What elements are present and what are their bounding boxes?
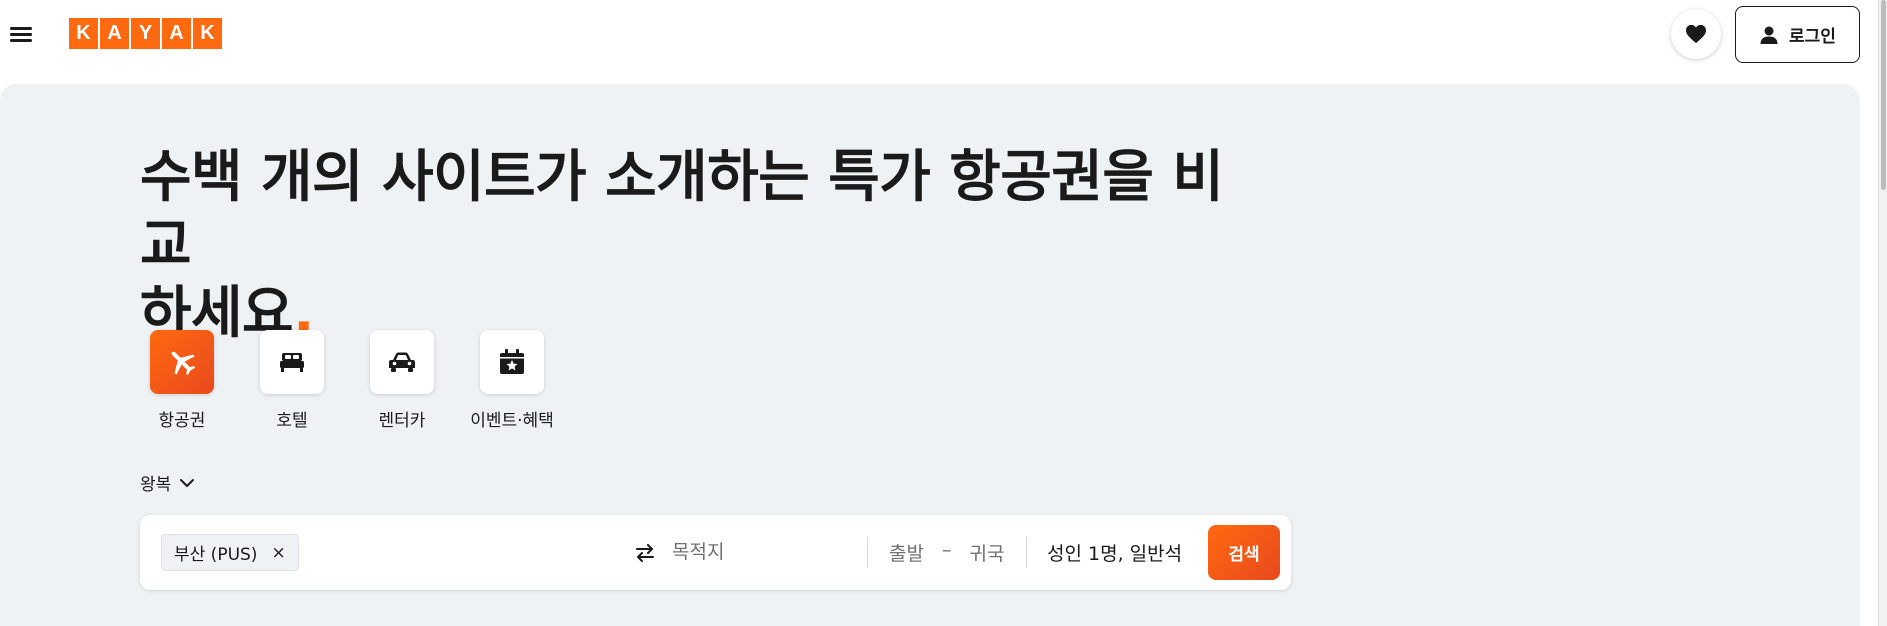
swap-arrows-icon	[636, 544, 654, 562]
divider	[1026, 537, 1027, 568]
login-button[interactable]: 로그인	[1735, 6, 1860, 63]
tab-flights[interactable]: 항공권	[140, 330, 224, 431]
menu-icon[interactable]	[10, 24, 34, 44]
hotels-tile[interactable]	[260, 330, 324, 394]
scrollbar-thumb[interactable]	[1881, 0, 1886, 190]
car-icon	[389, 352, 415, 372]
logo-letter: K	[193, 18, 222, 49]
events-tile[interactable]	[480, 330, 544, 394]
trip-type-dropdown[interactable]: 왕복	[140, 470, 195, 495]
logo-letter: K	[69, 18, 98, 49]
origin-chip-label: 부산 (PUS)	[174, 545, 258, 565]
bed-icon	[280, 353, 304, 372]
page-headline: 수백 개의 사이트가 소개하는 특가 항공권을 비교 하세요.	[140, 144, 1260, 348]
flights-tile[interactable]	[150, 330, 214, 394]
return-date-field[interactable]: 귀국	[969, 539, 1004, 566]
logo-letter: A	[100, 18, 129, 49]
tab-events-label: 이벤트·혜택	[470, 411, 554, 431]
top-header: K A Y A K 로그인	[0, 0, 1887, 78]
tab-hotels[interactable]: 호텔	[250, 330, 334, 431]
logo-letter: Y	[131, 18, 160, 49]
cars-tile[interactable]	[370, 330, 434, 394]
calendar-star-icon	[500, 349, 524, 374]
favorites-button[interactable]	[1671, 9, 1721, 59]
date-separator: –	[941, 539, 952, 561]
remove-origin-icon[interactable]: ×	[271, 543, 285, 563]
plane-icon	[171, 351, 196, 376]
date-picker[interactable]: 출발 – 귀국	[889, 539, 1004, 566]
page-scrollbar[interactable]	[1878, 0, 1887, 626]
flight-search-form: 부산 (PUS) × 출발 – 귀국 성인 1명, 일반석 검색	[140, 515, 1291, 590]
headline-line-1: 수백 개의 사이트가 소개하는 특가 항공권을 비교	[140, 145, 1224, 278]
swap-button[interactable]	[630, 539, 660, 567]
chevron-down-icon	[180, 478, 195, 487]
search-button[interactable]: 검색	[1208, 525, 1280, 580]
vertical-tabs: 항공권 호텔 렌터카 이벤트·혜택	[140, 330, 554, 431]
user-icon	[1760, 26, 1778, 44]
divider	[867, 537, 868, 568]
origin-chip[interactable]: 부산 (PUS) ×	[161, 534, 299, 571]
kayak-logo[interactable]: K A Y A K	[69, 18, 222, 49]
travelers-selector[interactable]: 성인 1명, 일반석	[1047, 539, 1182, 566]
trip-type-value: 왕복	[140, 475, 172, 495]
tab-hotels-label: 호텔	[276, 411, 308, 431]
tab-flights-label: 항공권	[158, 411, 206, 431]
tab-cars[interactable]: 렌터카	[360, 330, 444, 431]
heart-icon	[1686, 24, 1706, 44]
login-label: 로그인	[1789, 27, 1836, 47]
depart-date-field[interactable]: 출발	[889, 539, 924, 566]
tab-cars-label: 렌터카	[378, 411, 426, 431]
tab-events[interactable]: 이벤트·혜택	[470, 330, 554, 431]
logo-letter: A	[162, 18, 191, 49]
